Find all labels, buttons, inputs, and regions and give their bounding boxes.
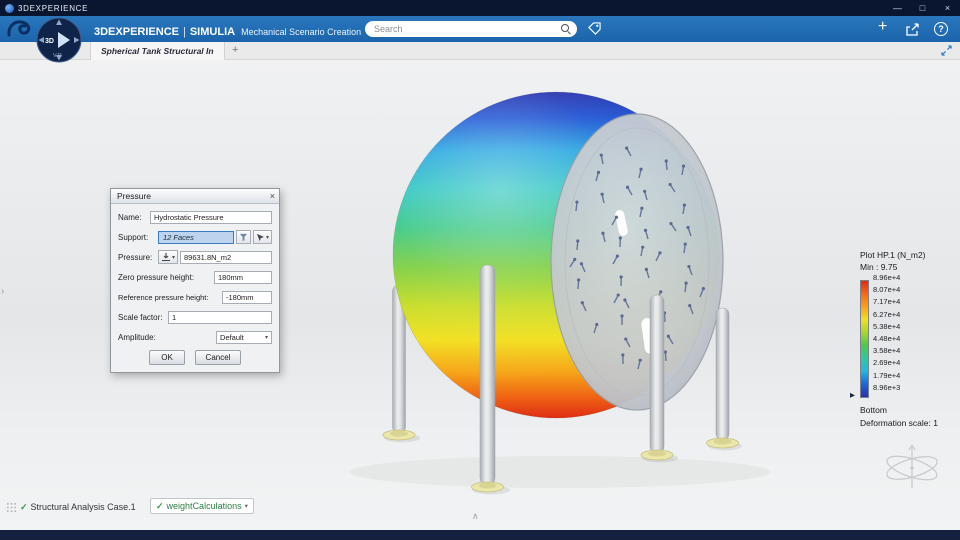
pressure-label: Pressure: bbox=[118, 252, 153, 262]
cutaway-section bbox=[550, 113, 724, 411]
left-panel-chevron[interactable]: › bbox=[1, 286, 4, 297]
brand-divider: | bbox=[182, 26, 186, 38]
compass-3d-label: 3D bbox=[45, 38, 54, 45]
legend-tick-labels: 8.96e+4 8.07e+4 7.17e+4 6.27e+4 5.38e+4 4.48e… bbox=[873, 273, 933, 408]
scale-factor-field[interactable] bbox=[168, 310, 272, 324]
footer-bar bbox=[0, 530, 960, 540]
amplitude-value: Default bbox=[220, 332, 244, 342]
zero-height-row: Zero pressure height: bbox=[118, 270, 272, 284]
bottom-panel-chevron[interactable]: ∧ bbox=[472, 511, 479, 522]
support-row: Support: 12 Faces ▾ bbox=[118, 230, 272, 244]
dialog-titlebar[interactable]: Pressure × bbox=[111, 189, 279, 204]
search-icon[interactable] bbox=[561, 24, 571, 34]
amplitude-dropdown[interactable]: Default ▾ bbox=[216, 330, 272, 344]
tab-bar: Spherical Tank Structural In + bbox=[0, 42, 960, 60]
ground-shadow bbox=[350, 456, 770, 488]
name-label: Name: bbox=[118, 212, 142, 222]
tab-spherical-tank[interactable]: Spherical Tank Structural In bbox=[90, 42, 225, 60]
case-label: Structural Analysis Case.1 bbox=[30, 502, 136, 512]
app-globe-icon bbox=[5, 3, 14, 13]
scale-factor-label: Scale factor: bbox=[118, 312, 163, 322]
zero-height-label: Zero pressure height: bbox=[118, 272, 195, 282]
weight-label: weightCalculations bbox=[166, 501, 242, 511]
legend-bottom-label: Bottom bbox=[860, 405, 887, 415]
support-field[interactable]: 12 Faces bbox=[157, 230, 234, 244]
pressure-row: Pressure: ▾ bbox=[118, 250, 272, 264]
ref-height-field[interactable] bbox=[222, 290, 272, 304]
support-label: Support: bbox=[118, 232, 149, 242]
pressure-value-field[interactable] bbox=[180, 250, 272, 264]
legend-tick: 5.38e+4 bbox=[873, 321, 901, 331]
chevron-down-icon: ▾ bbox=[171, 254, 175, 261]
dialog-body: Name: Support: 12 Faces ▾ Pressure: bbox=[111, 204, 279, 372]
legend-tick: 8.07e+4 bbox=[873, 285, 901, 295]
search-box[interactable] bbox=[365, 21, 577, 37]
legend-tick: 8.96e+3 bbox=[873, 382, 901, 392]
tag-icon[interactable] bbox=[588, 22, 601, 35]
analysis-case-chip[interactable]: ✓ Structural Analysis Case.1 bbox=[6, 499, 136, 515]
ok-button[interactable]: OK bbox=[149, 350, 185, 365]
module-name: Mechanical Scenario Creation bbox=[241, 27, 362, 37]
window-titlebar: 3DEXPERIENCE — □ × bbox=[0, 0, 960, 16]
help-button[interactable]: ? bbox=[934, 22, 948, 36]
scale-factor-row: Scale factor: bbox=[118, 310, 272, 324]
brand-3dexperience: 3DEXPERIENCE bbox=[94, 26, 179, 38]
mesh-icon bbox=[6, 502, 17, 512]
legend-colorbar bbox=[860, 280, 869, 398]
share-icon[interactable] bbox=[906, 23, 920, 36]
search-input[interactable] bbox=[374, 24, 561, 34]
window-controls: — □ × bbox=[885, 0, 960, 16]
chevron-down-icon: ▾ bbox=[265, 234, 269, 241]
support-filter-button[interactable] bbox=[235, 230, 251, 244]
3dexperience-compass[interactable]: 3D V.R bbox=[36, 17, 82, 63]
brand-simulia: SIMULIA bbox=[189, 26, 236, 38]
legend-min: Min : 9.75 bbox=[860, 262, 898, 272]
viewport-expand-icon[interactable] bbox=[941, 45, 952, 56]
name-field[interactable] bbox=[150, 210, 272, 224]
legend-tick: 7.17e+4 bbox=[873, 297, 901, 307]
chevron-down-icon: ▾ bbox=[244, 503, 248, 510]
chevron-down-icon: ▾ bbox=[264, 334, 268, 341]
compass-version-label: V.R bbox=[53, 53, 62, 59]
legend-min-marker-icon: ▶ bbox=[850, 392, 855, 399]
dassault-logo-icon bbox=[7, 20, 31, 37]
close-button[interactable]: × bbox=[935, 0, 960, 16]
legend-tick: 1.79e+4 bbox=[873, 370, 901, 380]
legend-title: Plot HP.1 (N_m2) bbox=[860, 250, 926, 260]
ref-height-label: Reference pressure height: bbox=[118, 292, 209, 302]
tab-title: Spherical Tank Structural In bbox=[101, 46, 214, 56]
legend-tick: 2.69e+4 bbox=[873, 358, 901, 368]
legend-deformation-label: Deformation scale: 1 bbox=[860, 418, 938, 428]
minimize-button[interactable]: — bbox=[885, 0, 910, 16]
window-title: 3DEXPERIENCE bbox=[18, 3, 89, 13]
cursor-icon bbox=[256, 233, 265, 241]
amplitude-label: Amplitude: bbox=[118, 332, 156, 342]
new-tab-button[interactable]: + bbox=[232, 44, 238, 56]
legend-tick: 4.48e+4 bbox=[873, 334, 901, 343]
pressure-type-combo[interactable]: ▾ bbox=[157, 250, 178, 264]
amplitude-row: Amplitude: Default ▾ bbox=[118, 330, 272, 344]
brand-title: 3DEXPERIENCE | SIMULIA Mechanical Scenario … bbox=[94, 22, 361, 40]
legend-tick: 8.96e+4 bbox=[873, 273, 901, 282]
case-check-icon: ✓ bbox=[20, 501, 28, 512]
filter-icon bbox=[239, 233, 248, 241]
dialog-close-icon[interactable]: × bbox=[270, 191, 275, 201]
weight-check-icon: ✓ bbox=[156, 500, 164, 511]
app-header: 3DEXPERIENCE | SIMULIA Mechanical Scenario … bbox=[0, 16, 960, 42]
dialog-title: Pressure bbox=[117, 191, 152, 201]
zero-height-field[interactable] bbox=[214, 270, 272, 284]
legend-tick: 3.58e+4 bbox=[873, 346, 901, 356]
add-content-button[interactable]: + bbox=[878, 18, 887, 36]
maximize-button[interactable]: □ bbox=[910, 0, 935, 16]
contour-legend: Plot HP.1 (N_m2) Min : 9.75 8.96e+4 8.07e… bbox=[846, 250, 958, 436]
support-select-button[interactable]: ▾ bbox=[252, 230, 272, 244]
weight-calculations-chip[interactable]: ✓ weightCalculations ▾ bbox=[150, 498, 254, 514]
pressure-arrow-icon bbox=[161, 253, 170, 262]
pressure-dialog[interactable]: Pressure × Name: Support: 12 Faces ▾ Pre… bbox=[110, 188, 280, 373]
name-row: Name: bbox=[118, 210, 272, 224]
cancel-button[interactable]: Cancel bbox=[195, 350, 241, 365]
dialog-buttons: OK Cancel bbox=[118, 350, 272, 365]
ref-height-row: Reference pressure height: bbox=[118, 290, 272, 304]
legend-tick: 6.27e+4 bbox=[873, 309, 901, 319]
